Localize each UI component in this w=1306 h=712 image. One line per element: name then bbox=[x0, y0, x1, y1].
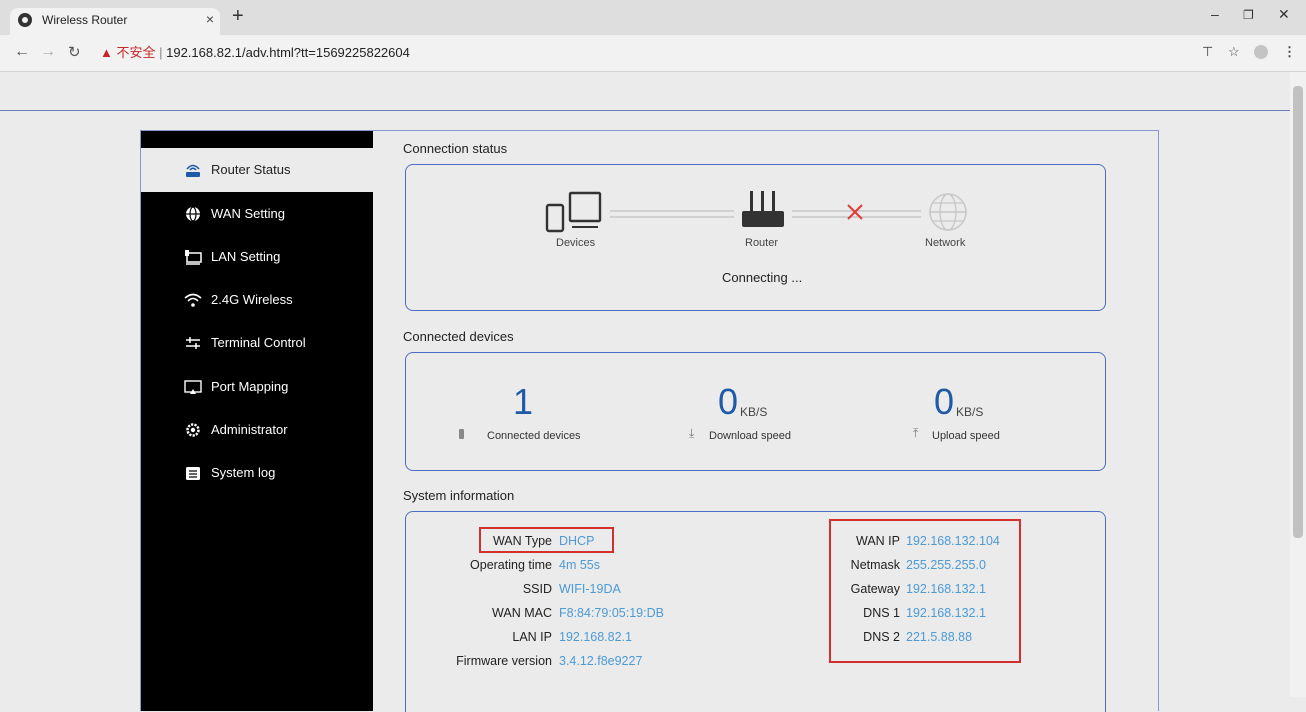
info-value: WIFI-19DA bbox=[559, 582, 621, 596]
sidebar-item-label: 2.4G Wireless bbox=[211, 292, 293, 307]
favicon-icon bbox=[18, 13, 32, 27]
sidebar-item-lan-setting[interactable]: LAN Setting bbox=[141, 235, 373, 279]
star-icon[interactable]: ☆ bbox=[1228, 44, 1240, 60]
sidebar-item-administrator[interactable]: Administrator bbox=[141, 408, 373, 452]
back-icon[interactable]: ← bbox=[14, 43, 30, 61]
download-icon: ⤓ bbox=[689, 426, 695, 440]
sidebar-item-wan-setting[interactable]: WAN Setting bbox=[141, 192, 373, 236]
url-field[interactable]: ▲ 不安全 | 192.168.82.1/adv.html?tt=1569225… bbox=[100, 42, 410, 61]
connected-devices-title: Connected devices bbox=[403, 329, 514, 344]
url-text[interactable]: 192.168.82.1/adv.html?tt=1569225822604 bbox=[166, 45, 410, 60]
menu-icon[interactable]: ⋮ bbox=[1283, 44, 1296, 60]
info-value: 4m 55s bbox=[559, 558, 600, 572]
info-key: WAN MAC bbox=[492, 606, 552, 620]
page: Router Status WAN Setting LAN Setting 2.… bbox=[0, 72, 1290, 712]
sidebar-item-label: Router Status bbox=[211, 162, 291, 177]
tab-title: Wireless Router bbox=[42, 13, 128, 27]
sidebar-item-label: Administrator bbox=[211, 422, 288, 437]
system-info-title: System information bbox=[403, 488, 515, 503]
devices-icon bbox=[545, 191, 602, 233]
info-value: 3.4.12.f8e9227 bbox=[559, 654, 643, 668]
connected-count: 1 bbox=[513, 381, 534, 422]
top-divider bbox=[0, 110, 1290, 111]
url-divider: | bbox=[159, 45, 163, 60]
devices-label: Devices bbox=[556, 237, 596, 249]
wan-details-highlight-box bbox=[829, 519, 1021, 663]
download-speed-label: Download speed bbox=[709, 430, 791, 442]
sidebar-item-label: System log bbox=[211, 465, 276, 480]
sidebar-item-port-mapping[interactable]: Port Mapping bbox=[141, 365, 373, 409]
wifi-icon bbox=[184, 293, 202, 307]
upload-speed-unit: KB/S bbox=[956, 405, 984, 419]
sidebar-item-label: Port Mapping bbox=[211, 379, 289, 394]
info-value: 192.168.82.1 bbox=[559, 630, 632, 644]
browser-tab[interactable]: Wireless Router × bbox=[10, 8, 220, 35]
security-warning[interactable]: ▲ 不安全 bbox=[100, 45, 155, 60]
browser-tab-bar: Wireless Router × + – ❐ ✕ bbox=[0, 0, 1306, 35]
window-close-icon[interactable]: ✕ bbox=[1278, 6, 1290, 23]
router-icon bbox=[186, 164, 200, 177]
tab-close-button[interactable]: × bbox=[206, 11, 214, 27]
forward-icon[interactable]: → bbox=[40, 43, 56, 61]
system-info-card: WAN Type DHCP Operating time 4m 55s SSID… bbox=[405, 511, 1106, 712]
port-mapping-icon bbox=[184, 380, 202, 394]
upload-icon: ⤒ bbox=[913, 426, 919, 440]
upload-speed-value: 0 bbox=[934, 381, 955, 422]
info-value: F8:84:79:05:19:DB bbox=[559, 606, 664, 620]
minimize-icon[interactable]: – bbox=[1211, 6, 1219, 22]
sidebar-item-label: Terminal Control bbox=[211, 335, 306, 350]
new-tab-button[interactable]: + bbox=[232, 5, 244, 28]
lan-icon bbox=[185, 250, 202, 265]
sidebar-item-router-status[interactable]: Router Status bbox=[141, 148, 373, 192]
info-key: Operating time bbox=[470, 558, 552, 572]
network-label: Network bbox=[925, 237, 966, 249]
connected-devices-label: Connected devices bbox=[487, 430, 581, 442]
address-bar: ← → ↻ ▲ 不安全 | 192.168.82.1/adv.html?tt=1… bbox=[0, 35, 1306, 72]
globe-icon bbox=[186, 206, 200, 222]
sidebar-item-2g-wireless[interactable]: 2.4G Wireless bbox=[141, 278, 373, 322]
connection-status-title: Connection status bbox=[403, 141, 508, 156]
router-panel: Router Status WAN Setting LAN Setting 2.… bbox=[140, 130, 1159, 712]
log-icon bbox=[186, 467, 200, 480]
key-icon[interactable]: ⊤ bbox=[1202, 44, 1213, 60]
connection-status-text: Connecting ... bbox=[722, 270, 803, 285]
gear-icon bbox=[186, 423, 200, 437]
sliders-icon bbox=[186, 337, 200, 349]
info-key: LAN IP bbox=[512, 630, 552, 644]
profile-avatar-icon[interactable] bbox=[1254, 45, 1268, 59]
connection-status-card: Devices Router Network Connecting ... bbox=[405, 164, 1106, 311]
router-label: Router bbox=[745, 237, 779, 249]
sidebar-item-label: LAN Setting bbox=[211, 249, 281, 264]
scrollbar-thumb[interactable] bbox=[1293, 86, 1303, 538]
info-key: Firmware version bbox=[456, 654, 552, 668]
sidebar-item-system-log[interactable]: System log bbox=[141, 451, 373, 495]
maximize-icon[interactable]: ❐ bbox=[1243, 8, 1254, 22]
upload-speed-label: Upload speed bbox=[932, 430, 1000, 442]
router-device-icon bbox=[742, 191, 784, 227]
sidebar: Router Status WAN Setting LAN Setting 2.… bbox=[141, 131, 373, 711]
phone-icon bbox=[459, 429, 464, 439]
sidebar-item-label: WAN Setting bbox=[211, 206, 285, 221]
wan-type-highlight-box bbox=[479, 527, 614, 553]
sidebar-item-terminal-control[interactable]: Terminal Control bbox=[141, 321, 373, 365]
download-speed-value: 0 bbox=[718, 381, 739, 422]
download-speed-unit: KB/S bbox=[740, 405, 768, 419]
connected-devices-card: 1 Connected devices 0 KB/S ⤓ Download sp… bbox=[405, 352, 1106, 471]
info-key: SSID bbox=[522, 582, 552, 596]
reload-icon[interactable]: ↻ bbox=[68, 43, 81, 61]
network-globe-icon bbox=[929, 193, 967, 231]
